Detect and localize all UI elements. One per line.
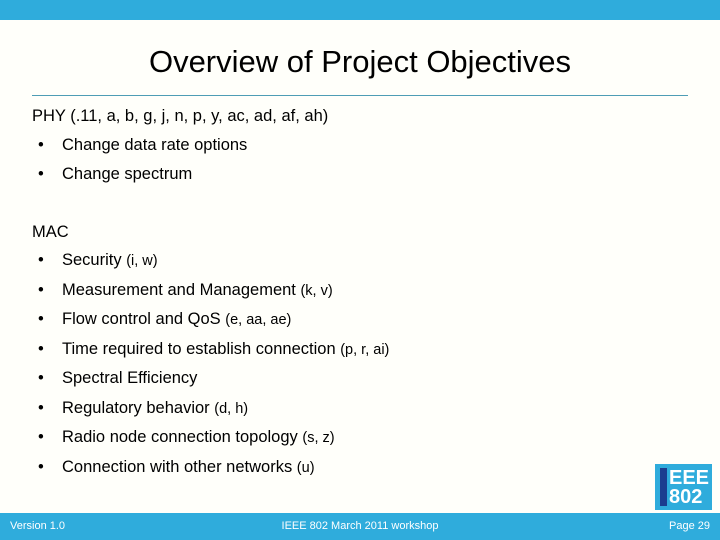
list-item: • Flow control and QoS (e, aa, ae) bbox=[32, 305, 692, 335]
list-item-amendments: (p, r, ai) bbox=[340, 341, 390, 358]
slide: Overview of Project Objectives PHY (.11,… bbox=[0, 0, 720, 540]
ieee-802-logo: EEE 802 bbox=[655, 464, 712, 510]
bullet-dot-icon: • bbox=[38, 251, 44, 269]
list-item-amendments: (k, v) bbox=[300, 282, 333, 299]
logo-line-eee: EEE bbox=[669, 467, 710, 489]
bullet-dot-icon: • bbox=[38, 280, 44, 299]
list-item-label: Connection with other networks bbox=[62, 457, 297, 476]
list-item: • Spectral Efficiency bbox=[32, 364, 692, 394]
list-item-label: Security bbox=[62, 251, 127, 269]
section-mac: MAC • Security (i, w) • Measurement and … bbox=[32, 218, 692, 483]
bullet-dot-icon: • bbox=[38, 310, 44, 328]
list-item-label: Radio node connection topology bbox=[62, 428, 303, 446]
list-item-amendments: (s, z) bbox=[302, 430, 335, 446]
list-item: • Change spectrum bbox=[32, 160, 692, 190]
list-item-label: Time required to establish connection bbox=[62, 339, 341, 358]
section-heading-mac: MAC bbox=[32, 222, 69, 241]
list-item: • Time required to establish connection … bbox=[32, 335, 692, 365]
footer-event-title: IEEE 802 March 2011 workshop bbox=[281, 520, 439, 532]
list-item-label: Flow control and QoS bbox=[62, 310, 226, 328]
list-item: • Measurement and Management (k, v) bbox=[32, 276, 692, 306]
title-divider bbox=[32, 95, 688, 96]
bullet-list-phy: • Change data rate options • Change spec… bbox=[32, 131, 692, 190]
list-item-amendments: (i, w) bbox=[126, 253, 158, 269]
list-item: • Radio node connection topology (s, z) bbox=[32, 423, 692, 453]
list-item-label: Regulatory behavior bbox=[62, 398, 215, 417]
list-item-amendments: (d, h) bbox=[214, 400, 249, 417]
bullet-dot-icon: • bbox=[38, 339, 44, 358]
list-item: • Connection with other networks (u) bbox=[32, 453, 692, 483]
list-item-label: Change spectrum bbox=[62, 165, 193, 183]
list-item-amendments: (e, aa, ae) bbox=[225, 312, 292, 328]
logo-i-bar-icon bbox=[660, 468, 667, 506]
footer-page-number: Page 29 bbox=[669, 520, 710, 532]
top-accent-bar bbox=[0, 0, 720, 20]
bullet-dot-icon: • bbox=[38, 398, 44, 417]
bullet-dot-icon: • bbox=[38, 457, 44, 476]
list-item-label: Spectral Efficiency bbox=[62, 369, 198, 387]
slide-body: PHY (.11, a, b, g, j, n, p, y, ac, ad, a… bbox=[32, 102, 692, 482]
list-item-label: Measurement and Management bbox=[62, 280, 301, 299]
footer-bar: Version 1.0 IEEE 802 March 2011 workshop… bbox=[0, 513, 720, 540]
section-phy: PHY (.11, a, b, g, j, n, p, y, ac, ad, a… bbox=[32, 102, 692, 190]
bullet-dot-icon: • bbox=[38, 369, 44, 387]
bullet-dot-icon: • bbox=[38, 165, 44, 183]
list-item-amendments: (u) bbox=[296, 459, 315, 476]
list-item: • Regulatory behavior (d, h) bbox=[32, 394, 692, 424]
section-heading-phy: PHY (.11, a, b, g, j, n, p, y, ac, ad, a… bbox=[32, 107, 329, 125]
list-item: • Security (i, w) bbox=[32, 246, 692, 276]
bullet-dot-icon: • bbox=[38, 428, 44, 446]
bullet-dot-icon: • bbox=[38, 135, 44, 154]
list-item: • Change data rate options bbox=[32, 131, 692, 161]
list-item-label: Change data rate options bbox=[62, 135, 248, 154]
logo-line-802: 802 bbox=[669, 486, 703, 508]
bullet-list-mac: • Security (i, w) • Measurement and Mana… bbox=[32, 246, 692, 482]
page-title: Overview of Project Objectives bbox=[148, 44, 572, 79]
